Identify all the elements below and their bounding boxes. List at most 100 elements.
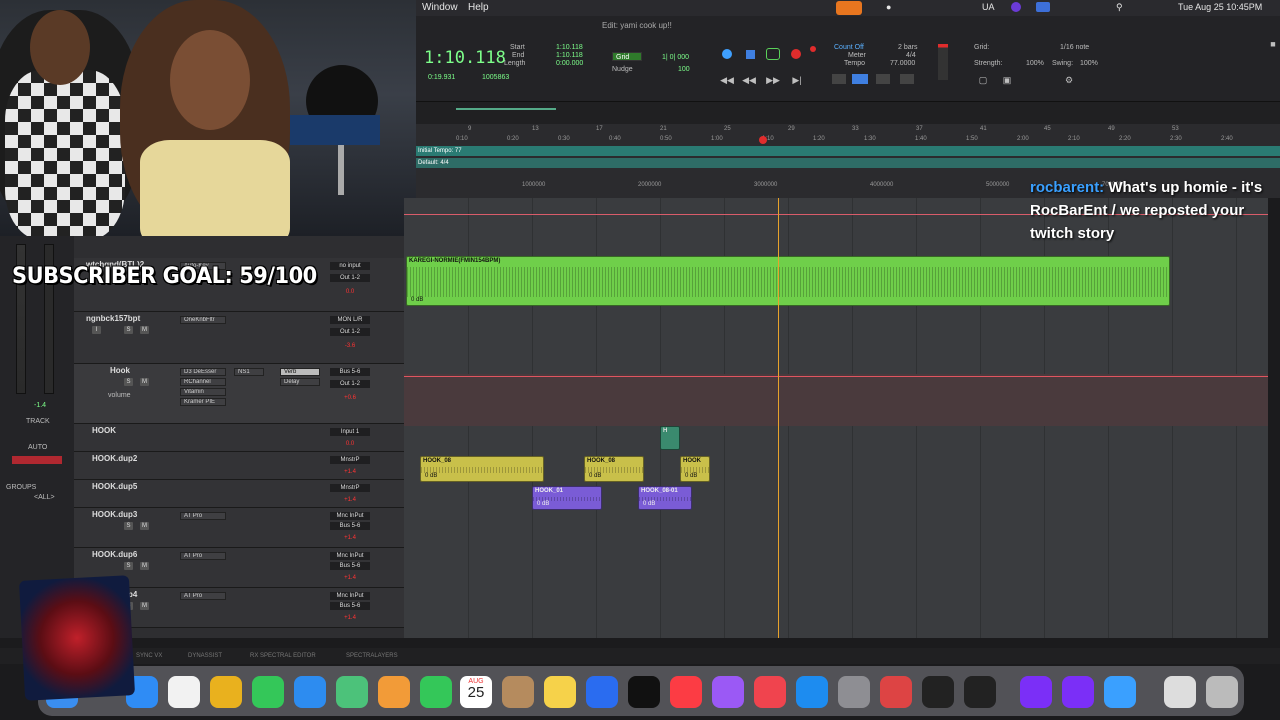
- tempo-ruler[interactable]: Initial Tempo: 77: [416, 146, 1280, 156]
- sub-counter[interactable]: 0:19.931: [428, 74, 455, 81]
- track-name[interactable]: HOOK.dup2: [92, 454, 137, 463]
- messages-icon[interactable]: [252, 676, 284, 708]
- wifi-icon[interactable]: ●: [886, 2, 891, 12]
- minsec-ruler[interactable]: 0:10 0:20 0:30 0:40 0:50 1:00 1:10 1:20 1:30 1:40…: [416, 136, 1280, 144]
- avid-icon[interactable]: [1020, 676, 1052, 708]
- rewind-icon[interactable]: ◀◀: [742, 74, 756, 86]
- nudge-value[interactable]: 100: [678, 66, 690, 73]
- output-selector[interactable]: Out 1-2: [330, 328, 370, 336]
- record-button[interactable]: I: [92, 326, 101, 334]
- edit-timeline[interactable]: KAREGI-NORMIE(FMIN154BPM) 0 dB HOOK_08 0…: [404, 198, 1268, 638]
- output-selector[interactable]: Out 1-2: [330, 380, 370, 388]
- solo-button[interactable]: S: [124, 522, 133, 530]
- insert-slot[interactable]: AT Pro: [180, 552, 226, 560]
- audio-app2-icon[interactable]: [964, 676, 996, 708]
- send-slot[interactable]: Verb: [280, 368, 320, 376]
- ns-slot[interactable]: NS1: [234, 368, 264, 376]
- music-icon[interactable]: [670, 676, 702, 708]
- go-to-end-icon[interactable]: ▶|: [790, 74, 804, 86]
- swing-value[interactable]: 100%: [1080, 60, 1098, 67]
- avid2-icon[interactable]: [1062, 676, 1094, 708]
- volume-readout[interactable]: +1.4: [330, 534, 370, 542]
- track-row[interactable]: HOOK Input 1 0.0: [74, 424, 404, 452]
- news-icon[interactable]: [754, 676, 786, 708]
- output-selector[interactable]: Out 1-2: [330, 274, 370, 282]
- audio-clip-dup[interactable]: HOOK_01 0 dB: [532, 486, 602, 510]
- overview-bar[interactable]: [456, 108, 556, 110]
- record-enable-icon[interactable]: [810, 46, 816, 52]
- view-selector[interactable]: volume: [108, 392, 131, 399]
- plugin-tab[interactable]: RX SPECTRAL EDITOR: [250, 653, 316, 659]
- playhead-cursor[interactable]: [778, 198, 779, 638]
- input-selector[interactable]: Bus 5-6: [330, 368, 370, 376]
- track-name[interactable]: HOOK: [92, 426, 116, 435]
- menu-help[interactable]: Help: [468, 2, 489, 13]
- automation-mode-button[interactable]: [12, 456, 62, 464]
- stop-icon[interactable]: [746, 50, 755, 59]
- midi-merge-icon[interactable]: [852, 74, 868, 84]
- close-window-icon[interactable]: ■: [1266, 38, 1280, 50]
- volume-readout[interactable]: +1.4: [330, 496, 370, 504]
- volume-readout[interactable]: +1.4: [330, 468, 370, 476]
- audio-clip-dup[interactable]: HOOK_08-01 0 dB: [638, 486, 692, 510]
- input-selector[interactable]: Mnc InPut: [330, 512, 370, 520]
- insert-slot[interactable]: AT Pro: [180, 512, 226, 520]
- volume-readout[interactable]: +1.4: [330, 614, 370, 622]
- insert-slot[interactable]: Kramer PIE: [180, 398, 226, 406]
- meter-ruler[interactable]: Default: 4/4: [416, 158, 1280, 168]
- facetime-icon[interactable]: [420, 676, 452, 708]
- pause-icon[interactable]: [832, 74, 846, 84]
- track-row[interactable]: HOOK.dup2 MnstrP +1.4: [74, 452, 404, 480]
- plugin-tab[interactable]: SYNC VX: [136, 653, 162, 659]
- mute-button[interactable]: M: [140, 562, 149, 570]
- grid-mode-button[interactable]: Grid: [612, 52, 642, 61]
- input-selector[interactable]: MnstrP: [330, 484, 370, 492]
- meter-value[interactable]: 4/4: [906, 52, 916, 59]
- groups-all[interactable]: <ALL>: [34, 494, 55, 501]
- notes-icon[interactable]: [544, 676, 576, 708]
- appletv-icon[interactable]: [628, 676, 660, 708]
- input-selector[interactable]: Mnc InPut: [330, 592, 370, 600]
- input-selector[interactable]: MON L/R: [330, 316, 370, 324]
- audio-clip-hook[interactable]: HOOK_08 0 dB: [420, 456, 544, 482]
- wait-for-note-icon[interactable]: [876, 74, 890, 84]
- audio-clip-hook-small[interactable]: H: [660, 426, 680, 450]
- insert-slot[interactable]: OneKnbFltr: [180, 316, 226, 324]
- insert-slot[interactable]: D3 DeEsser: [180, 368, 226, 376]
- online-icon[interactable]: [722, 49, 732, 59]
- volume-readout[interactable]: 0.0: [330, 440, 370, 448]
- start-value[interactable]: 1:10.118: [556, 44, 583, 51]
- input-language[interactable]: UA: [982, 2, 995, 12]
- calendar-icon[interactable]: AUG 25: [460, 676, 492, 708]
- track-row[interactable]: Hook S M volume D3 DeEsser RChannel Vita…: [74, 364, 404, 424]
- count-off-value[interactable]: 2 bars: [898, 44, 917, 51]
- maps-icon[interactable]: [336, 676, 368, 708]
- datetime[interactable]: Tue Aug 25 10:45PM: [1178, 2, 1262, 12]
- bars-ruler[interactable]: 9 13 17 21 25 29 33 37 41 45 49 53: [416, 126, 1280, 134]
- quantize-icon[interactable]: ▢: [976, 74, 990, 86]
- grid-note-value[interactable]: 1/16 note: [1060, 44, 1089, 51]
- plugin-tab[interactable]: SPECTRALAYERS: [346, 653, 398, 659]
- insert-slot[interactable]: AT Pro: [180, 592, 226, 600]
- finder2-icon[interactable]: [1104, 676, 1136, 708]
- chrome-icon[interactable]: [210, 676, 242, 708]
- insert-slot[interactable]: RChannel: [180, 378, 226, 386]
- search-icon[interactable]: ⚲: [1116, 2, 1123, 13]
- app-menu-icon[interactable]: [1011, 2, 1021, 12]
- track-row[interactable]: HOOK.dup3 S M AT Pro Mnc InPut Bus 5-6 +…: [74, 508, 404, 548]
- volume-automation-line[interactable]: [404, 376, 1268, 377]
- input-selector[interactable]: MnstrP: [330, 456, 370, 464]
- settings-icon[interactable]: [838, 676, 870, 708]
- input-selector[interactable]: no input: [330, 262, 370, 270]
- tempo-value[interactable]: 77.0000: [890, 60, 915, 67]
- track-name[interactable]: HOOK.dup3: [92, 510, 137, 519]
- track-row[interactable]: HOOK.dup5 MnstrP +1.4: [74, 480, 404, 508]
- record-icon[interactable]: [791, 49, 801, 59]
- plugin-tab[interactable]: DYNASSIST: [188, 653, 222, 659]
- loop-icon[interactable]: [766, 48, 780, 60]
- end-value[interactable]: 1:10.118: [556, 52, 583, 59]
- solo-button[interactable]: S: [124, 378, 133, 386]
- fast-forward-icon[interactable]: ▶▶: [766, 74, 780, 86]
- grid-value[interactable]: 1| 0| 000: [662, 54, 689, 61]
- output-selector[interactable]: Bus 5-6: [330, 602, 370, 610]
